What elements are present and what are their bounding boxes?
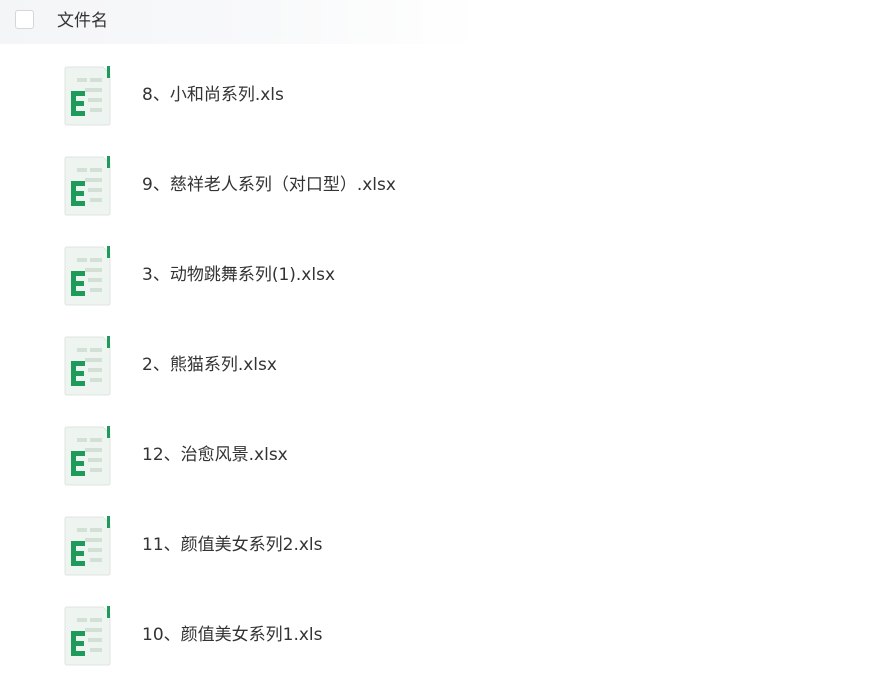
file-row[interactable]: 12、治愈风景.xlsx [0, 410, 875, 500]
excel-file-icon [64, 516, 111, 576]
excel-file-icon [64, 336, 111, 396]
file-row[interactable]: 3、动物跳舞系列(1).xlsx [0, 230, 875, 320]
file-name[interactable]: 2、熊猫系列.xlsx [142, 354, 277, 376]
file-name[interactable]: 3、动物跳舞系列(1).xlsx [142, 264, 335, 286]
file-row[interactable]: 10、颜值美女系列1.xls [0, 590, 875, 678]
list-header: 文件名 [0, 0, 875, 44]
file-row[interactable]: 8、小和尚系列.xls [0, 50, 875, 140]
file-name[interactable]: 10、颜值美女系列1.xls [142, 624, 323, 646]
select-all-checkbox[interactable] [15, 10, 34, 29]
file-row[interactable]: 11、颜值美女系列2.xls [0, 500, 875, 590]
file-name[interactable]: 9、慈祥老人系列（对口型）.xlsx [142, 174, 396, 196]
file-list: 8、小和尚系列.xls 9、慈祥老人系列（对口型）.xlsx 3、动物跳舞系列(… [0, 50, 875, 678]
file-name[interactable]: 8、小和尚系列.xls [142, 84, 284, 106]
file-row[interactable]: 9、慈祥老人系列（对口型）.xlsx [0, 140, 875, 230]
excel-file-icon [64, 156, 111, 216]
file-name[interactable]: 11、颜值美女系列2.xls [142, 534, 323, 556]
excel-file-icon [64, 426, 111, 486]
file-list-page: 文件名 8、小和尚系列.xls 9、慈祥老人系列（对口型）.xlsx 3、动物跳… [0, 0, 875, 678]
filename-column-header: 文件名 [57, 11, 108, 31]
excel-file-icon [64, 246, 111, 306]
file-name[interactable]: 12、治愈风景.xlsx [142, 444, 288, 466]
excel-file-icon [64, 66, 111, 126]
excel-file-icon [64, 606, 111, 666]
file-row[interactable]: 2、熊猫系列.xlsx [0, 320, 875, 410]
